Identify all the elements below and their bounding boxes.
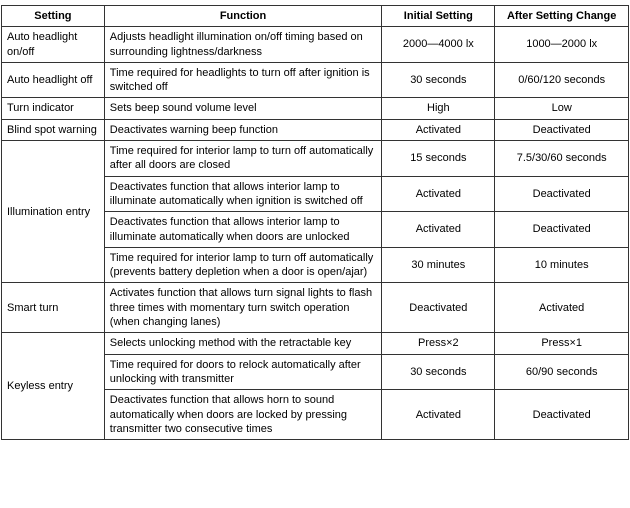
function-cell: Activates function that allows turn sign… [104, 283, 382, 333]
after-cell: Low [495, 98, 629, 119]
after-cell: 60/90 seconds [495, 354, 629, 390]
header-function: Function [104, 6, 382, 27]
setting-cell: Illumination entry [2, 141, 105, 283]
function-cell: Sets beep sound volume level [104, 98, 382, 119]
after-cell: 10 minutes [495, 247, 629, 283]
after-cell: 1000—2000 lx [495, 27, 629, 63]
after-cell: 0/60/120 seconds [495, 62, 629, 98]
function-cell: Deactivates function that allows interio… [104, 176, 382, 212]
initial-cell: Press×2 [382, 333, 495, 354]
initial-cell: 30 seconds [382, 62, 495, 98]
function-cell: Time required for doors to relock automa… [104, 354, 382, 390]
function-cell: Time required for interior lamp to turn … [104, 141, 382, 177]
table-row: Blind spot warning Deactivates warning b… [2, 119, 629, 140]
setting-cell: Smart turn [2, 283, 105, 333]
function-cell: Deactivates warning beep function [104, 119, 382, 140]
function-cell: Time required for headlights to turn off… [104, 62, 382, 98]
function-cell: Deactivates function that allows interio… [104, 212, 382, 248]
initial-cell: Activated [382, 119, 495, 140]
settings-table: Setting Function Initial Setting After S… [1, 5, 629, 440]
initial-cell: 30 seconds [382, 354, 495, 390]
initial-cell: High [382, 98, 495, 119]
initial-cell: Activated [382, 390, 495, 440]
table-row: Turn indicator Sets beep sound volume le… [2, 98, 629, 119]
setting-cell: Auto headlight off [2, 62, 105, 98]
table-row: Illumination entry Time required for int… [2, 141, 629, 177]
setting-cell: Blind spot warning [2, 119, 105, 140]
setting-cell: Turn indicator [2, 98, 105, 119]
setting-cell: Keyless entry [2, 333, 105, 440]
initial-cell: 15 seconds [382, 141, 495, 177]
after-cell: Press×1 [495, 333, 629, 354]
after-cell: Deactivated [495, 212, 629, 248]
after-cell: Deactivated [495, 119, 629, 140]
header-after: After Setting Change [495, 6, 629, 27]
table-row: Auto headlight on/off Adjusts headlight … [2, 27, 629, 63]
initial-cell: Deactivated [382, 283, 495, 333]
function-cell: Time required for interior lamp to turn … [104, 247, 382, 283]
function-cell: Selects unlocking method with the retrac… [104, 333, 382, 354]
after-cell: Activated [495, 283, 629, 333]
setting-cell: Auto headlight on/off [2, 27, 105, 63]
initial-cell: Activated [382, 212, 495, 248]
function-cell: Deactivates function that allows horn to… [104, 390, 382, 440]
table-row: Auto headlight off Time required for hea… [2, 62, 629, 98]
after-cell: Deactivated [495, 176, 629, 212]
after-cell: Deactivated [495, 390, 629, 440]
after-cell: 7.5/30/60 seconds [495, 141, 629, 177]
header-initial: Initial Setting [382, 6, 495, 27]
function-cell: Adjusts headlight illumination on/off ti… [104, 27, 382, 63]
initial-cell: 30 minutes [382, 247, 495, 283]
table-row: Smart turn Activates function that allow… [2, 283, 629, 333]
table-row: Keyless entry Selects unlocking method w… [2, 333, 629, 354]
initial-cell: 2000—4000 lx [382, 27, 495, 63]
initial-cell: Activated [382, 176, 495, 212]
header-setting: Setting [2, 6, 105, 27]
